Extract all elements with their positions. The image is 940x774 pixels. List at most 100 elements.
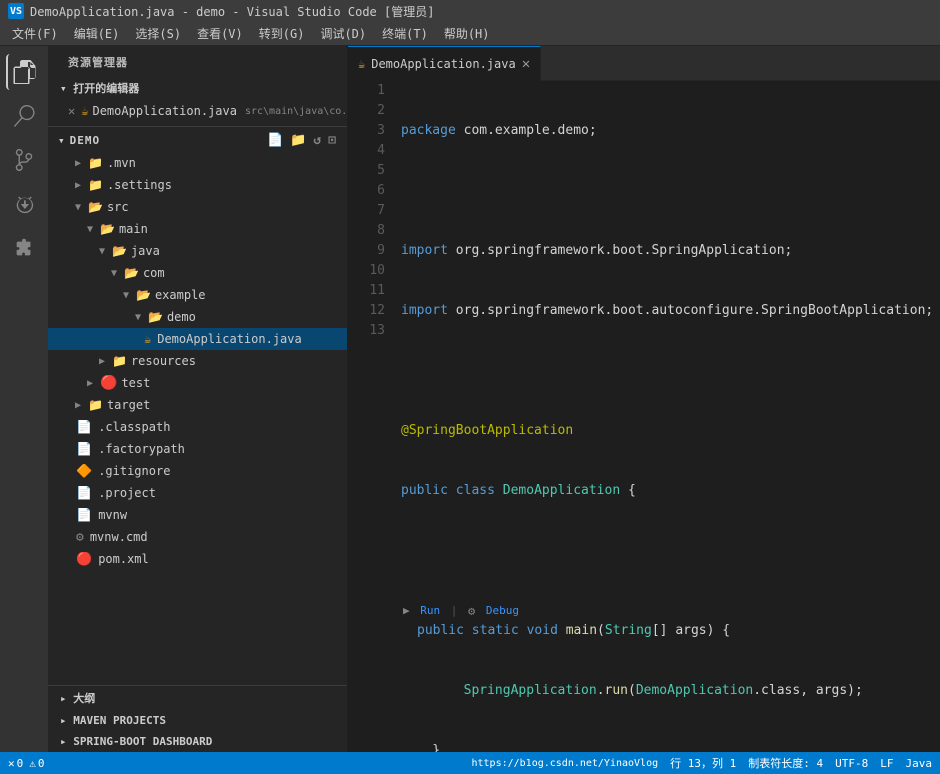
open-editors-label: ▾ 打开的编辑器 [60,80,139,96]
folder-name: java [131,244,160,258]
cursor-position[interactable]: 行 13，列 1 [670,755,736,771]
line-ending[interactable]: LF [880,757,893,770]
menu-file[interactable]: 文件(F) [4,23,66,44]
run-triangle-icon: ▶ [403,601,410,621]
chevron-down-icon: ▼ [84,224,96,235]
code-line-11: } [401,741,932,752]
file-name: mvnw.cmd [90,530,148,544]
git-icon[interactable] [6,142,42,178]
error-count[interactable]: ✕ 0 ⚠ 0 [8,757,45,770]
tree-item-resources[interactable]: ▶ 📁 resources [48,350,347,372]
editor-tab-demo-app[interactable]: ☕ DemoApplication.java ✕ [348,46,541,81]
folder-name: test [121,376,150,390]
file-icon: 📄 [76,420,92,435]
tree-item-gitignore[interactable]: 🔶 .gitignore [48,460,347,482]
main-method-line: public static void main(String[] args) { [401,621,932,641]
code-line-1: package com.example.demo; [401,121,932,141]
folder-open-icon: 📂 [124,266,139,280]
file-icon: 📄 [76,486,92,501]
new-folder-icon[interactable]: 📁 [288,133,309,148]
outline-section-header[interactable]: ▸ 大纲 [48,686,347,710]
refresh-icon[interactable]: ↺ [311,133,324,148]
tree-item-mvnw[interactable]: 📄 mvnw [48,504,347,526]
line-numbers: 1 2 3 4 5 6 7 8 9 10 11 12 13 [348,81,393,752]
folder-name: main [119,222,148,236]
chevron-down-icon: ▼ [132,312,144,323]
tree-item-project[interactable]: 📄 .project [48,482,347,504]
separator: | [444,601,464,621]
open-file-path: src\main\java\co... [245,106,347,117]
code-line-7: public class DemoApplication { [401,481,932,501]
menu-help[interactable]: 帮助(H) [436,23,498,44]
code-content[interactable]: package com.example.demo; import org.spr… [393,81,940,752]
sidebar-title: 资源管理器 [48,46,347,74]
status-left: ✕ 0 ⚠ 0 [8,757,45,770]
code-editor[interactable]: 1 2 3 4 5 6 7 8 9 10 11 12 13 package co… [348,81,940,752]
editor-area: ☕ DemoApplication.java ✕ 1 2 3 4 5 6 7 8… [348,46,940,752]
search-icon[interactable] [6,98,42,134]
tree-item-factorypath[interactable]: 📄 .factorypath [48,438,347,460]
tree-item-pom[interactable]: 🔴 pom.xml [48,548,347,570]
open-editors-header[interactable]: ▾ 打开的编辑器 [48,76,347,100]
maven-section-header[interactable]: ▸ MAVEN PROJECTS [48,710,347,731]
tab-size[interactable]: 制表符长度: 4 [748,755,823,771]
code-line-5 [401,361,932,381]
main-layout: 资源管理器 ▾ 打开的编辑器 ✕ ☕ DemoApplication.java … [0,46,940,752]
debug-icon[interactable] [6,186,42,222]
code-line-3: import org.springframework.boot.SpringAp… [401,241,932,261]
activity-bar [0,46,48,752]
warning-number: 0 [38,757,45,770]
file-name: .factorypath [98,442,185,456]
new-file-icon[interactable]: 📄 [265,133,286,148]
tree-item-target[interactable]: ▶ 📁 target [48,394,347,416]
code-line-9: ▶ Run | ⚙ Debug public static void main(… [401,601,932,641]
tree-item-java-folder[interactable]: ▼ 📂 java [48,240,347,262]
debug-gear-icon: ⚙ [468,601,475,621]
tab-close-icon[interactable]: ✕ [522,56,530,72]
demo-section-header[interactable]: ▾ DEMO 📄 📁 ↺ ⊡ [48,129,347,152]
run-debug-bar: ▶ Run | ⚙ Debug [401,601,932,621]
menu-goto[interactable]: 转到(G) [251,23,313,44]
menu-view[interactable]: 查看(V) [189,23,251,44]
tree-item-demo-app[interactable]: ☕ DemoApplication.java [48,328,347,350]
tree-item-main[interactable]: ▼ 📂 main [48,218,347,240]
error-number: 0 [17,757,24,770]
folder-icon: 📁 [88,156,103,170]
language-mode[interactable]: Java [906,757,933,770]
tree-item-mvnw-cmd[interactable]: ⚙ mvnw.cmd [48,526,347,548]
menu-terminal[interactable]: 终端(T) [374,23,436,44]
tree-item-classpath[interactable]: 📄 .classpath [48,416,347,438]
menu-debug[interactable]: 调试(D) [312,23,374,44]
folder-open-icon: 📂 [136,288,151,302]
menu-select[interactable]: 选择(S) [127,23,189,44]
collapse-icon[interactable]: ⊡ [326,133,339,148]
code-line-4: import org.springframework.boot.autoconf… [401,301,932,321]
debug-link[interactable]: Debug [479,601,519,621]
chevron-right-icon: ▶ [96,356,108,367]
tree-item-src[interactable]: ▼ 📂 src [48,196,347,218]
spring-section-header[interactable]: ▸ SPRING-BOOT DASHBOARD [48,731,347,752]
open-editor-item[interactable]: ✕ ☕ DemoApplication.java src\main\java\c… [48,100,347,122]
tree-item-com[interactable]: ▼ 📂 com [48,262,347,284]
folder-icon: 📁 [88,398,103,412]
tree-item-example[interactable]: ▼ 📂 example [48,284,347,306]
chevron-right-icon: ▶ [72,180,84,191]
demo-label: DEMO [70,134,101,147]
tab-label: DemoApplication.java [371,57,516,71]
folder-open-icon: 📂 [88,200,103,214]
folder-name: example [155,288,206,302]
git-file-icon: 🔶 [76,464,92,479]
tree-item-demo[interactable]: ▼ 📂 demo [48,306,347,328]
extensions-icon[interactable] [6,230,42,266]
close-file-icon[interactable]: ✕ [68,104,75,118]
menu-edit[interactable]: 编辑(E) [66,23,128,44]
java-file-icon: ☕ [144,332,151,346]
folder-icon: 📁 [112,354,127,368]
files-icon[interactable] [6,54,42,90]
tree-item-mvn[interactable]: ▶ 📁 .mvn [48,152,347,174]
run-link[interactable]: Run [414,601,441,621]
encoding[interactable]: UTF-8 [835,757,868,770]
tree-item-settings[interactable]: ▶ 📁 .settings [48,174,347,196]
tree-item-test[interactable]: ▶ 🔴 test [48,372,347,394]
folder-name: src [107,200,129,214]
